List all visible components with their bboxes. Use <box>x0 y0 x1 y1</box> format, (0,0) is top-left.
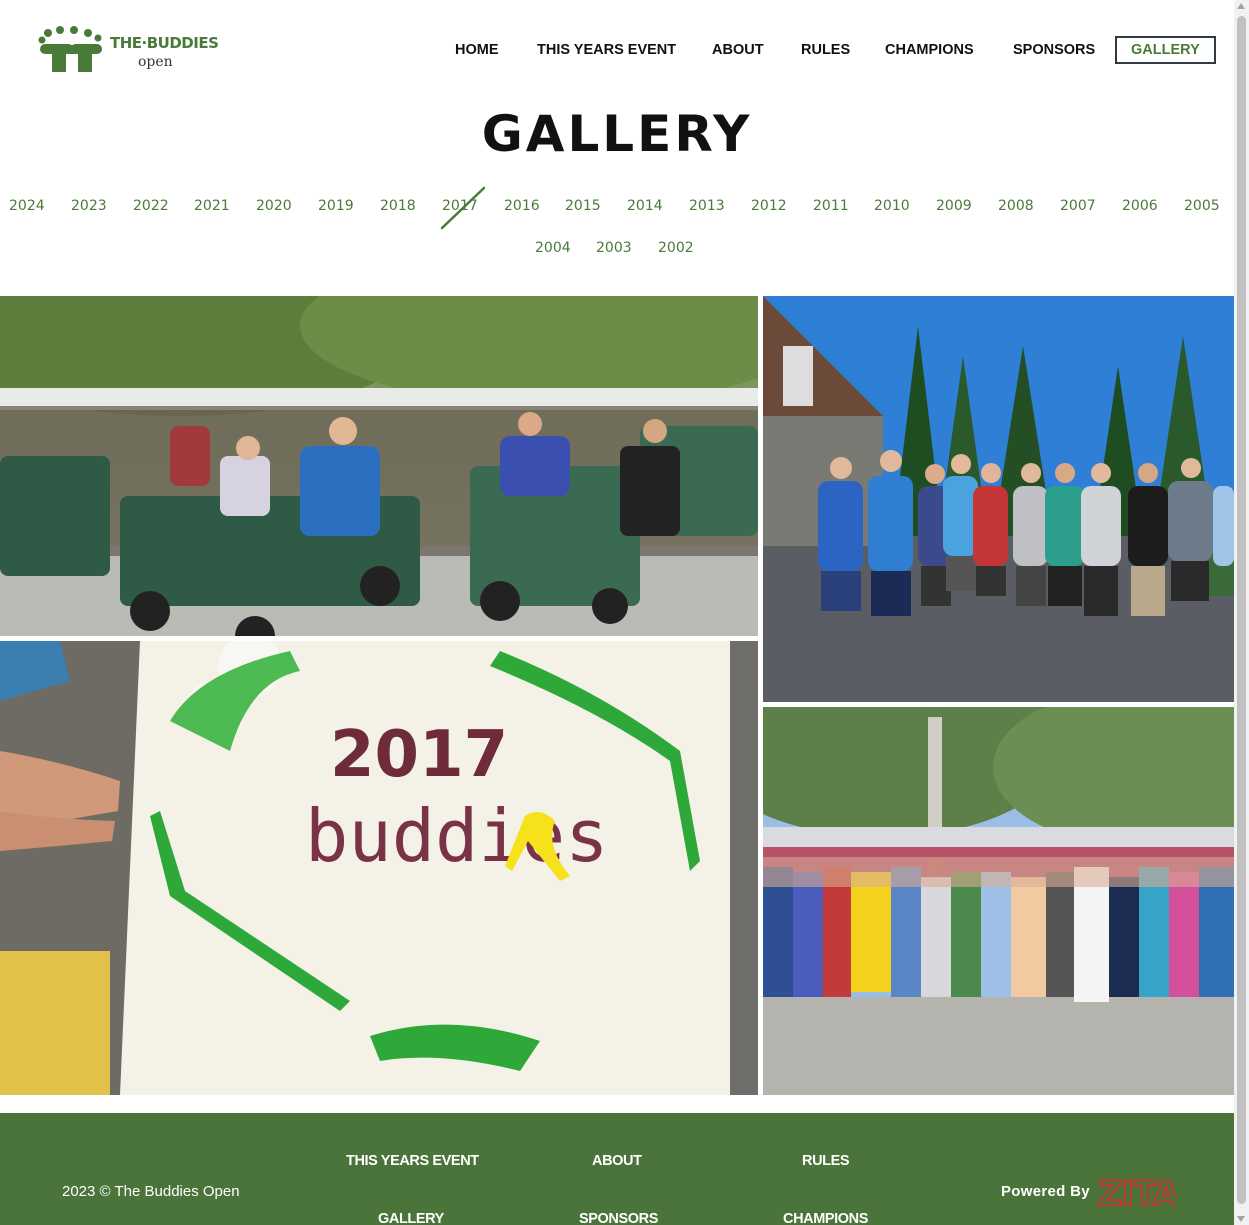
nav-this-years-event[interactable]: THIS YEARS EVENT <box>537 42 676 58</box>
footer-link-this-years-event[interactable]: THIS YEARS EVENT <box>346 1153 479 1169</box>
scroll-down-arrow-icon[interactable] <box>1237 1216 1245 1222</box>
page-title: GALLERY <box>481 105 753 163</box>
year-link-2020[interactable]: 2020 <box>256 198 292 214</box>
page-scrollbar[interactable] <box>1234 0 1249 1225</box>
zita-logo-text: ZITA <box>1098 1176 1176 1208</box>
year-link-2021[interactable]: 2021 <box>194 198 230 214</box>
cake-year-text: 2017 <box>330 718 508 792</box>
cake-image: 2017 buddies <box>0 641 758 1095</box>
site-footer: 2023 © The Buddies Open THIS YEARS EVENT… <box>0 1113 1234 1225</box>
year-link-2013[interactable]: 2013 <box>689 198 725 214</box>
golf-carts-image <box>0 296 758 636</box>
year-link-2016[interactable]: 2016 <box>504 198 540 214</box>
year-link-2011[interactable]: 2011 <box>813 198 849 214</box>
nav-home[interactable]: HOME <box>455 42 499 58</box>
nav-about[interactable]: ABOUT <box>712 42 764 58</box>
year-link-2022[interactable]: 2022 <box>133 198 169 214</box>
year-link-2002[interactable]: 2002 <box>658 240 694 256</box>
year-link-2009[interactable]: 2009 <box>936 198 972 214</box>
nav-sponsors[interactable]: SPONSORS <box>1013 42 1095 58</box>
gallery-photo-golf-carts[interactable] <box>0 296 758 636</box>
year-link-2008[interactable]: 2008 <box>998 198 1034 214</box>
year-link-2018[interactable]: 2018 <box>380 198 416 214</box>
year-link-2007[interactable]: 2007 <box>1060 198 1096 214</box>
footer-link-sponsors[interactable]: SPONSORS <box>579 1211 658 1225</box>
year-link-2003[interactable]: 2003 <box>596 240 632 256</box>
powered-by-label: Powered By <box>1001 1183 1090 1200</box>
year-link-2019[interactable]: 2019 <box>318 198 354 214</box>
footer-link-champions[interactable]: CHAMPIONS <box>783 1211 868 1225</box>
year-link-2014[interactable]: 2014 <box>627 198 663 214</box>
year-link-2012[interactable]: 2012 <box>751 198 787 214</box>
crowd-people <box>763 857 1234 1002</box>
scrollbar-thumb[interactable] <box>1237 16 1246 1204</box>
main-nav: HOME THIS YEARS EVENT ABOUT RULES CHAMPI… <box>0 36 1234 66</box>
nav-rules[interactable]: RULES <box>801 42 850 58</box>
gallery-photo-large-group[interactable] <box>763 707 1234 1095</box>
gallery-photo-cake[interactable]: 2017 buddies <box>0 641 758 1095</box>
group-clubhouse-image <box>763 296 1234 702</box>
nav-champions[interactable]: CHAMPIONS <box>885 42 974 58</box>
page: THE·BUDDIES open HOME THIS YEARS EVENT A… <box>0 0 1234 1225</box>
selected-year-slash <box>440 186 486 230</box>
zita-logo[interactable]: ZITA <box>1098 1176 1176 1208</box>
nav-gallery[interactable]: GALLERY <box>1115 36 1216 64</box>
year-link-2015[interactable]: 2015 <box>565 198 601 214</box>
year-link-2004[interactable]: 2004 <box>535 240 571 256</box>
year-link-2024[interactable]: 2024 <box>9 198 45 214</box>
footer-link-about[interactable]: ABOUT <box>592 1153 642 1169</box>
footer-copyright: 2023 © The Buddies Open <box>62 1183 240 1200</box>
year-link-2023[interactable]: 2023 <box>71 198 107 214</box>
footer-link-rules[interactable]: RULES <box>802 1153 850 1169</box>
cake-word-text: buddies <box>305 794 608 878</box>
large-group-image <box>763 707 1234 1095</box>
year-link-2006[interactable]: 2006 <box>1122 198 1158 214</box>
year-link-2005[interactable]: 2005 <box>1184 198 1220 214</box>
year-link-2010[interactable]: 2010 <box>874 198 910 214</box>
scroll-up-arrow-icon[interactable] <box>1237 3 1245 9</box>
gallery-photo-group-clubhouse[interactable] <box>763 296 1234 702</box>
footer-link-gallery[interactable]: GALLERY <box>378 1211 444 1225</box>
